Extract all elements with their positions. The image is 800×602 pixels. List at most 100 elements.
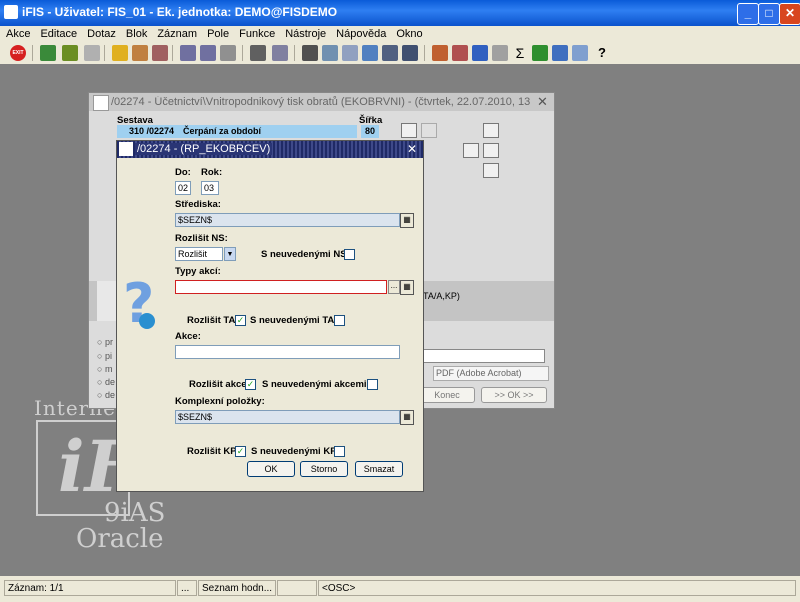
list-icon[interactable]	[382, 45, 398, 61]
menu-napoveda[interactable]: Nápověda	[330, 26, 390, 42]
status-dots: ...	[177, 580, 197, 596]
word-icon[interactable]	[463, 143, 479, 158]
close-button[interactable]: ✕	[779, 3, 800, 25]
chevron-down-icon[interactable]: ▼	[224, 247, 236, 261]
radio-option[interactable]: ○ de	[97, 377, 115, 387]
report-settings-icon[interactable]	[421, 123, 437, 138]
typy-akci-more-button[interactable]: ...	[388, 280, 400, 294]
ok-next-button[interactable]: >> OK >>	[481, 387, 547, 403]
rozlisit-kp-checkbox[interactable]: ✓	[235, 446, 246, 457]
excel-icon[interactable]	[532, 45, 548, 61]
format-select[interactable]: PDF (Adobe Acrobat)	[433, 366, 549, 381]
printer-icon[interactable]	[250, 45, 266, 61]
report-width: 80	[361, 125, 379, 138]
sort-desc-icon[interactable]	[200, 45, 216, 61]
calc-icon[interactable]	[432, 45, 448, 61]
report-code: 310 /02274	[129, 126, 175, 136]
radio-option[interactable]: ○ pi	[97, 351, 112, 361]
report-edit-icon[interactable]	[483, 143, 499, 158]
report-dialog-close[interactable]: ✕	[537, 94, 548, 110]
s-neuvedenymi-ta-label: S neuvedenými TA	[250, 315, 335, 326]
s-neuvedenymi-kp-checkbox[interactable]	[334, 446, 345, 457]
toolbar-separator	[104, 45, 105, 61]
s-neuvedenymi-ta-checkbox[interactable]	[334, 315, 345, 326]
strediska-input[interactable]: $SEZN$	[175, 213, 400, 227]
konec-button[interactable]: Konec	[419, 387, 475, 403]
lock-icon[interactable]	[132, 45, 148, 61]
status-bar: Záznam: 1/1 ... Seznam hodn... <OSC>	[0, 576, 800, 602]
rozlisit-akce-checkbox[interactable]: ✓	[245, 379, 256, 390]
copy-icon[interactable]	[322, 45, 338, 61]
menu-blok[interactable]: Blok	[120, 26, 151, 42]
menu-zaznam[interactable]: Záznam	[151, 26, 201, 42]
s-neuvedenymi-kp-label: S neuvedenými KP	[251, 446, 337, 457]
preview-icon[interactable]	[272, 45, 288, 61]
window-title: iFIS - Uživatel: FIS_01 - Ek. jednotka: …	[22, 5, 338, 19]
app-icon	[4, 5, 18, 19]
sum-icon[interactable]: Σ	[512, 45, 528, 61]
akce-input[interactable]	[175, 345, 400, 359]
filter-icon[interactable]	[220, 45, 236, 61]
chart-icon[interactable]	[452, 45, 468, 61]
komplexni-polozky-input[interactable]: $SEZN$	[175, 410, 400, 424]
menu-nastroje[interactable]: Nástroje	[279, 26, 330, 42]
rozlisit-akce-label: Rozlišit akce	[189, 379, 247, 390]
delete-record-icon[interactable]	[152, 45, 168, 61]
typy-akci-list-button[interactable]: ▦	[400, 280, 414, 295]
menu-dotaz[interactable]: Dotaz	[81, 26, 120, 42]
find-icon[interactable]	[362, 45, 378, 61]
komplexni-polozky-list-button[interactable]: ▦	[400, 410, 414, 425]
ok-button[interactable]: OK	[247, 461, 295, 477]
radio-option[interactable]: ○ m	[97, 364, 112, 374]
menu-editace[interactable]: Editace	[34, 26, 81, 42]
save-icon[interactable]	[40, 45, 56, 61]
folder-open-icon[interactable]	[112, 45, 128, 61]
paste-icon[interactable]	[342, 45, 358, 61]
typy-akci-input[interactable]	[175, 280, 387, 294]
radio-option[interactable]: ○ de	[97, 390, 115, 400]
strediska-label: Střediska:	[175, 199, 221, 210]
table-icon[interactable]	[552, 45, 568, 61]
cut-icon[interactable]	[302, 45, 318, 61]
menu-akce[interactable]: Akce	[0, 26, 34, 42]
parameters-dialog-close[interactable]: ✕	[407, 142, 417, 156]
print-icon[interactable]	[62, 45, 78, 61]
rok-label: Rok:	[201, 167, 223, 178]
output-field[interactable]	[423, 349, 545, 363]
exit-icon[interactable]: EXIT	[10, 45, 26, 61]
report-edit-icon[interactable]	[483, 123, 499, 138]
s-neuvedenymi-ns-checkbox[interactable]	[344, 249, 355, 260]
status-record: Záznam: 1/1	[4, 580, 176, 596]
info-icon[interactable]	[572, 45, 588, 61]
report-edit-icon[interactable]	[483, 163, 499, 178]
s-neuvedenymi-akcemi-checkbox[interactable]	[367, 379, 378, 390]
maximize-button[interactable]: □	[758, 3, 780, 25]
menu-pole[interactable]: Pole	[201, 26, 233, 42]
help-icon[interactable]: ?	[594, 45, 610, 61]
parameters-dialog-title-bar: /02274 - (RP_EKOBRCEV) ✕	[117, 141, 423, 158]
minimize-button[interactable]: _	[737, 3, 759, 25]
radio-label: de	[104, 390, 115, 400]
report-dialog-title-bar: /02274 - Účetnictví\Vnitropodnikový tisk…	[89, 93, 554, 111]
rozlisit-ns-select[interactable]: Rozlišit	[175, 247, 223, 261]
rozlisit-ta-label: Rozlišit TA	[187, 315, 236, 326]
strediska-list-button[interactable]: ▦	[400, 213, 414, 228]
menu-funkce[interactable]: Funkce	[233, 26, 279, 42]
menu-okno[interactable]: Okno	[390, 26, 426, 42]
sort-asc-icon[interactable]	[180, 45, 196, 61]
rozlisit-kp-label: Rozlišit KP	[187, 446, 237, 457]
db-icon[interactable]	[84, 45, 100, 61]
tree-icon[interactable]	[402, 45, 418, 61]
rozlisit-ta-checkbox[interactable]: ✓	[235, 315, 246, 326]
globe-icon	[139, 313, 155, 329]
menu-bar: Akce Editace Dotaz Blok Záznam Pole Funkce Nást…	[0, 26, 800, 42]
clock-icon[interactable]	[492, 45, 508, 61]
triangle-icon[interactable]	[472, 45, 488, 61]
radio-option[interactable]: ○ pr	[97, 337, 113, 347]
storno-button[interactable]: Storno	[300, 461, 348, 477]
smazat-button[interactable]: Smazat	[355, 461, 403, 477]
do-input[interactable]: 02	[175, 181, 191, 195]
rok-input[interactable]: 03	[201, 181, 219, 195]
table-row[interactable]: 310 /02274 Čerpání za období	[117, 125, 357, 138]
report-doc-icon[interactable]	[401, 123, 417, 138]
